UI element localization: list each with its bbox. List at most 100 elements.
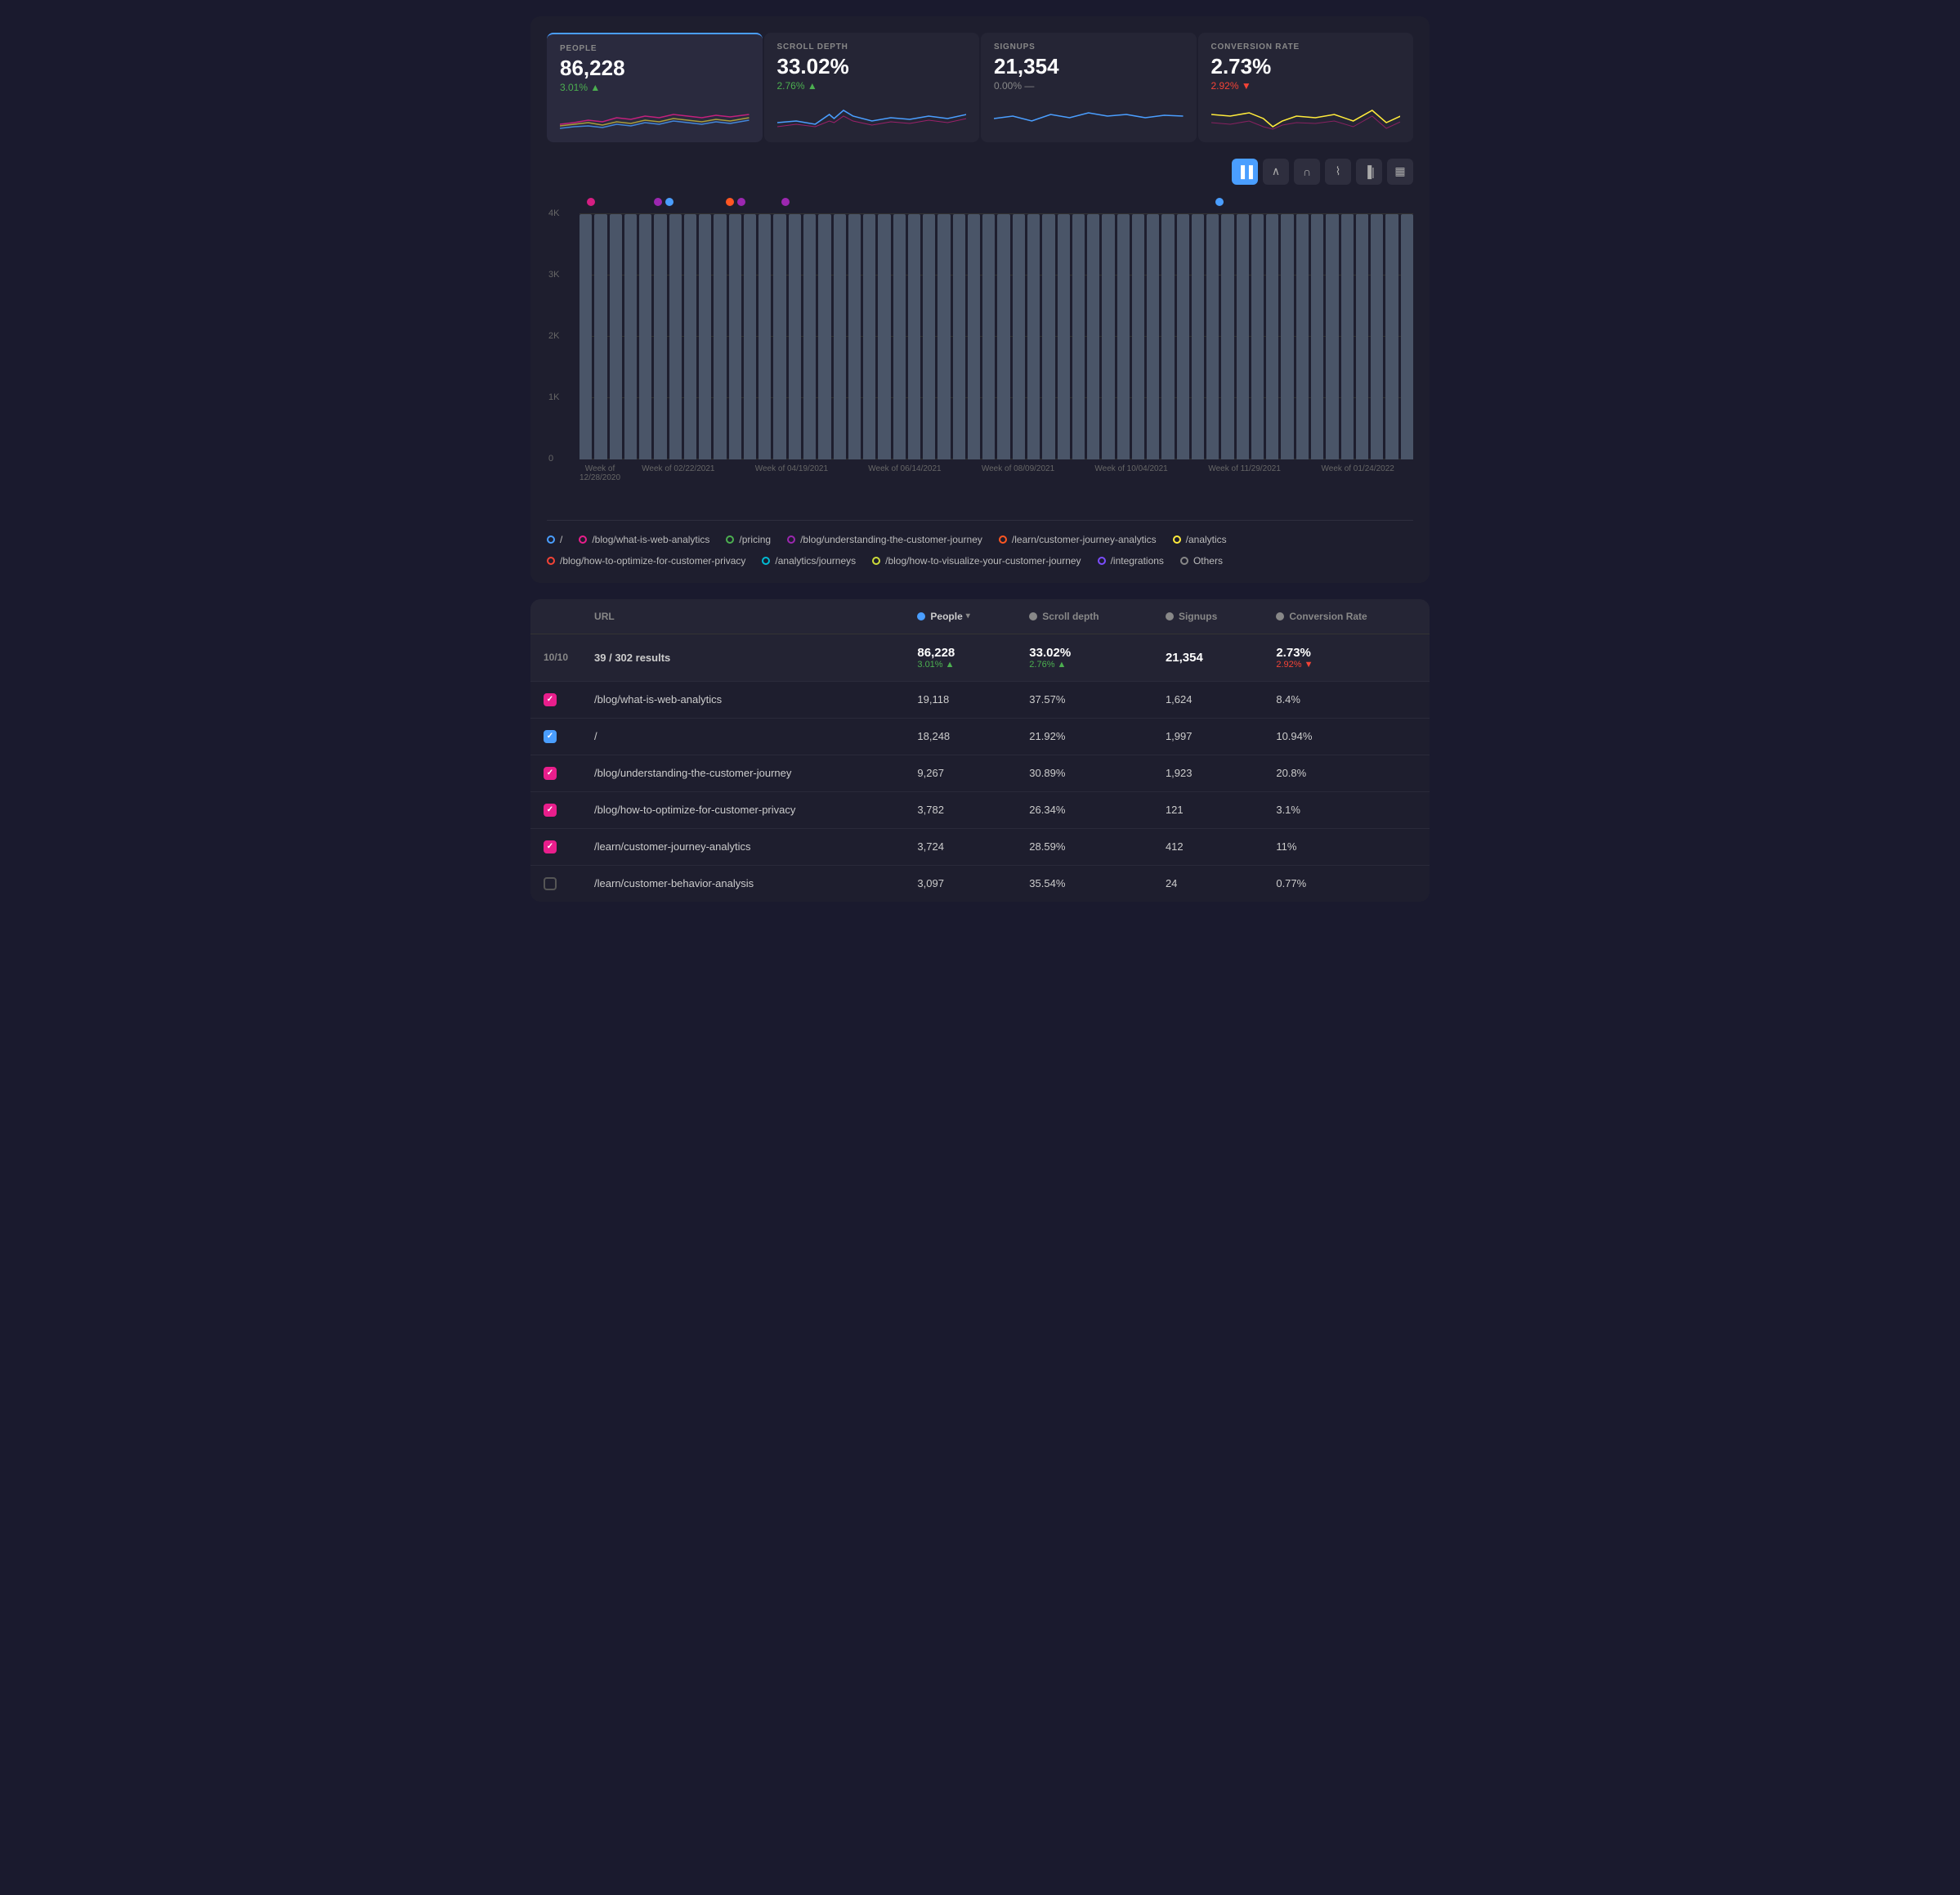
bar-stack xyxy=(1281,214,1293,459)
row-2-checkbox-cell[interactable]: ✓ xyxy=(530,718,581,755)
row-6-url: /learn/customer-behavior-analysis xyxy=(581,865,904,902)
bar-stack xyxy=(714,401,726,459)
legend-dot-pricing xyxy=(726,535,734,544)
bar-base xyxy=(848,360,861,459)
bar-base xyxy=(1013,320,1025,459)
bar-stack xyxy=(1132,288,1144,459)
bar-stack xyxy=(863,356,875,459)
row-1-checkbox[interactable]: ✓ xyxy=(544,693,557,706)
bar-stack xyxy=(1087,298,1099,459)
signups-dot xyxy=(1166,612,1174,620)
metric-signups[interactable]: SIGNUPS 21,354 0.00% — xyxy=(981,33,1197,142)
toolbar-calendar[interactable]: ▦ xyxy=(1387,159,1413,185)
legend-item-customer-journey[interactable]: /blog/understanding-the-customer-journey xyxy=(787,534,982,545)
dot-3b xyxy=(737,198,745,206)
legend-item-blog-analytics[interactable]: /blog/what-is-web-analytics xyxy=(579,534,709,545)
bar-base xyxy=(1266,226,1278,459)
legend-item-integrations[interactable]: /integrations xyxy=(1098,555,1164,567)
metric-scroll[interactable]: SCROLL DEPTH 33.02% 2.76% ▲ xyxy=(764,33,980,142)
row-6-checkbox-cell[interactable] xyxy=(530,865,581,902)
row-3-checkbox[interactable]: ✓ xyxy=(544,767,557,780)
bar-group xyxy=(1341,214,1354,459)
legend-item-root[interactable]: / xyxy=(547,534,562,545)
dot-2a xyxy=(654,198,662,206)
bar-stack xyxy=(1401,345,1413,459)
legend-item-others[interactable]: Others xyxy=(1180,555,1223,567)
toolbar-trend-down[interactable]: ∩ xyxy=(1294,159,1320,185)
row-2-people: 18,248 xyxy=(904,718,1016,755)
row-5-people: 3,724 xyxy=(904,828,1016,865)
bar-stack xyxy=(773,378,785,459)
row-2-checkbox[interactable]: ✓ xyxy=(544,730,557,743)
row-5-checkbox[interactable]: ✓ xyxy=(544,840,557,853)
metric-scroll-sparkline xyxy=(777,98,967,131)
row-5-conversion: 11% xyxy=(1263,828,1430,865)
legend-item-privacy[interactable]: /blog/how-to-optimize-for-customer-priva… xyxy=(547,555,745,567)
totals-result-count: 39 / 302 results xyxy=(581,634,904,681)
toolbar-bar-chart[interactable]: ▐▐ xyxy=(1232,159,1258,185)
metric-conversion[interactable]: CONVERSION RATE 2.73% 2.92% ▼ xyxy=(1198,33,1414,142)
bar-group xyxy=(1281,214,1293,459)
bar-stack xyxy=(610,432,622,459)
bar-base xyxy=(1102,295,1114,459)
bar-group xyxy=(1385,214,1398,459)
bar-group xyxy=(789,214,801,459)
y-label-4k: 4K xyxy=(548,208,559,218)
bars-wrapper xyxy=(579,214,1413,459)
bar-base xyxy=(1117,292,1130,459)
legend-item-pricing[interactable]: /pricing xyxy=(726,534,771,545)
legend-item-learn-journey[interactable]: /learn/customer-journey-analytics xyxy=(999,534,1157,545)
bar-group xyxy=(1296,214,1309,459)
th-scroll: Scroll depth xyxy=(1016,599,1152,634)
toolbar-histogram[interactable]: ▐| xyxy=(1356,159,1382,185)
bar-group xyxy=(1371,214,1383,459)
bar-group xyxy=(1206,214,1219,459)
row-5-checkbox-cell[interactable]: ✓ xyxy=(530,828,581,865)
bar-stack xyxy=(1013,320,1025,459)
row-3-url: /blog/understanding-the-customer-journey xyxy=(581,755,904,791)
row-4-checkbox-cell[interactable]: ✓ xyxy=(530,791,581,828)
metric-people-value: 86,228 xyxy=(560,56,750,80)
th-people[interactable]: People ▾ xyxy=(904,599,1016,634)
bar-base xyxy=(758,383,771,459)
legend-item-visualize[interactable]: /blog/how-to-visualize-your-customer-jou… xyxy=(872,555,1081,567)
table-row: ✓ /blog/what-is-web-analytics 19,118 37.… xyxy=(530,681,1430,718)
legend-label-privacy: /blog/how-to-optimize-for-customer-priva… xyxy=(560,555,745,567)
legend-item-journeys[interactable]: /analytics/journeys xyxy=(762,555,856,567)
legend-item-analytics[interactable]: /analytics xyxy=(1173,534,1227,545)
bar-base xyxy=(714,401,726,459)
metrics-row: PEOPLE 86,228 3.01% ▲ SCROLL DEPTH 33.02… xyxy=(547,33,1413,142)
bar-group xyxy=(834,214,846,459)
people-dot xyxy=(917,612,925,620)
toolbar-area[interactable]: ⌇ xyxy=(1325,159,1351,185)
row-4-checkbox[interactable]: ✓ xyxy=(544,804,557,817)
people-sort-button[interactable]: People ▾ xyxy=(930,611,969,622)
bar-stack xyxy=(1251,240,1264,459)
bar-base xyxy=(863,356,875,459)
bar-group xyxy=(654,214,666,459)
bar-base xyxy=(908,346,920,459)
totals-people: 86,228 3.01% ▲ xyxy=(904,634,1016,681)
data-table: URL People ▾ xyxy=(530,599,1430,902)
bar-base xyxy=(1058,307,1070,459)
row-3-people: 9,267 xyxy=(904,755,1016,791)
bar-stack xyxy=(1385,214,1398,459)
dot-5 xyxy=(1215,198,1224,206)
metric-people[interactable]: PEOPLE 86,228 3.01% ▲ xyxy=(547,33,763,142)
row-3-checkbox-cell[interactable]: ✓ xyxy=(530,755,581,791)
y-label-2k: 2K xyxy=(548,331,559,341)
row-1-checkbox-cell[interactable]: ✓ xyxy=(530,681,581,718)
legend-dot-root xyxy=(547,535,555,544)
bar-stack xyxy=(1177,273,1189,459)
row-6-signups: 24 xyxy=(1152,865,1263,902)
legend-label-visualize: /blog/how-to-visualize-your-customer-jou… xyxy=(885,555,1081,567)
toolbar-trend-up[interactable]: ∧ xyxy=(1263,159,1289,185)
row-6-checkbox[interactable] xyxy=(544,877,557,890)
bar-base xyxy=(923,342,935,459)
row-3-conversion: 20.8% xyxy=(1263,755,1430,791)
bar-stack xyxy=(789,373,801,459)
metric-people-sparkline xyxy=(560,100,750,132)
bar-group xyxy=(1401,214,1413,459)
legend-label-learn-journey: /learn/customer-journey-analytics xyxy=(1012,534,1157,545)
metric-conversion-value: 2.73% xyxy=(1211,55,1401,78)
